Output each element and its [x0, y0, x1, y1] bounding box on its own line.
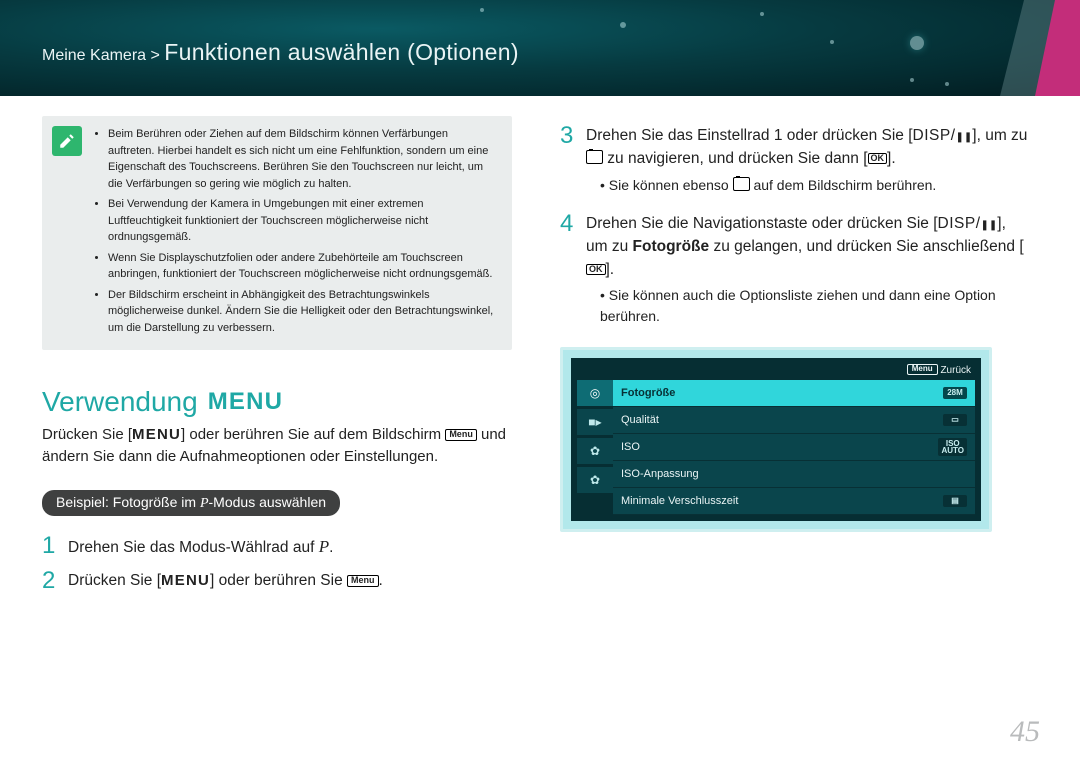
note-pencil-icon: [52, 126, 82, 156]
menu-key-inline: MENU: [161, 572, 210, 589]
left-column: Beim Berühren oder Ziehen auf dem Bildsc…: [42, 116, 512, 603]
list-item: Fotogröße 28M: [613, 380, 975, 407]
example-pill: Beispiel: Fotogröße im P-Modus auswählen: [42, 490, 340, 516]
menu-key-inline: MENU: [132, 426, 181, 443]
camera-icon: [586, 150, 603, 164]
tab-settings-icon: ✿: [577, 467, 613, 493]
section-lead: Drücken Sie [MENU] oder berühren Sie auf…: [42, 424, 512, 468]
tab-photo-icon: ◎: [577, 380, 613, 406]
list-item: Minimale Verschlusszeit ▤: [613, 488, 975, 515]
info-note: Beim Berühren oder Ziehen auf dem Bildsc…: [42, 116, 512, 350]
section-heading: Verwendung MENU: [42, 386, 512, 418]
menu-key-icon: MENU: [208, 388, 283, 416]
list-item: ISO ISO AUTO: [613, 434, 975, 461]
step-3-sub: Sie können ebenso auf dem Bildschirm ber…: [600, 175, 1030, 196]
list-item: ISO-Anpassung: [613, 461, 975, 488]
page-number: 45: [1010, 715, 1040, 749]
breadcrumb: Meine Kamera > Funktionen auswählen (Opt…: [42, 39, 519, 66]
pause-icon: ❚❚: [981, 220, 998, 231]
note-item: Der Bildschirm erscheint in Abhängigkeit…: [108, 287, 496, 337]
disp-key: DISP/: [938, 215, 981, 232]
menu-button-icon: Menu: [347, 575, 379, 587]
disp-key: DISP/: [913, 127, 956, 144]
screen-back-hint: Menu Zurück: [577, 364, 975, 380]
note-item: Beim Berühren oder Ziehen auf dem Bildsc…: [108, 126, 496, 192]
tab-video-icon: ■▶: [577, 409, 613, 435]
step-3: 3 Drehen Sie das Einstellrad 1 oder drüc…: [560, 124, 1030, 202]
camera-screenshot: Menu Zurück ◎ ■▶ ✿ ✿ Fotogröße: [560, 347, 992, 532]
step-2: 2 Drücken Sie [MENU] oder berühren Sie M…: [42, 569, 512, 593]
tab-custom-icon: ✿: [577, 438, 613, 464]
step-number: 4: [560, 212, 586, 334]
accent-graphic: [990, 0, 1080, 96]
note-item: Wenn Sie Displayschutzfolien oder andere…: [108, 250, 496, 283]
pause-icon: ❚❚: [956, 132, 973, 143]
section-title-text: Verwendung: [42, 386, 198, 418]
manual-page: Meine Kamera > Funktionen auswählen (Opt…: [0, 0, 1080, 765]
step-1: 1 Drehen Sie das Modus-Wählrad auf P.: [42, 534, 512, 560]
breadcrumb-current: Funktionen auswählen (Optionen): [164, 39, 519, 65]
screen-option-list: Fotogröße 28M Qualität ▭ ISO ISO AUTO: [613, 380, 975, 515]
bold-term: Fotogröße: [633, 238, 710, 255]
list-item: Qualität ▭: [613, 407, 975, 434]
screen-side-tabs: ◎ ■▶ ✿ ✿: [577, 380, 613, 515]
ok-key-icon: OK: [586, 264, 606, 275]
page-header: Meine Kamera > Funktionen auswählen (Opt…: [0, 0, 1080, 96]
ok-key-icon: OK: [868, 153, 888, 164]
camera-icon: [733, 177, 750, 191]
step-number: 2: [42, 569, 68, 593]
step-4: 4 Drehen Sie die Navigationstaste oder d…: [560, 212, 1030, 334]
step-4-sub: Sie können auch die Optionsliste ziehen …: [600, 285, 1030, 327]
note-item: Bei Verwendung der Kamera in Umgebungen …: [108, 196, 496, 246]
menu-button-icon: Menu: [907, 364, 938, 375]
right-column: 3 Drehen Sie das Einstellrad 1 oder drüc…: [560, 116, 1030, 603]
step-number: 1: [42, 534, 68, 560]
breadcrumb-parent: Meine Kamera >: [42, 47, 164, 64]
step-number: 3: [560, 124, 586, 202]
menu-button-icon: Menu: [445, 429, 477, 441]
